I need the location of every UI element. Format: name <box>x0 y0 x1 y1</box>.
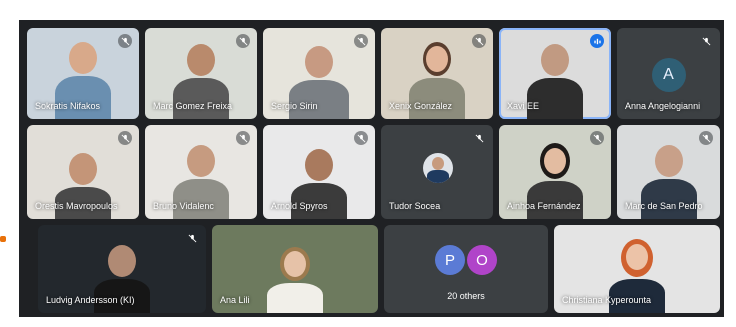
participant-name: Bruno Vidalenc <box>153 201 214 211</box>
muted-mic-icon <box>699 131 713 145</box>
muted-mic-icon <box>185 231 199 245</box>
muted-mic-icon <box>354 34 368 48</box>
participant-name: Orestis Mavropoulos <box>35 201 118 211</box>
participant-name: Ludvig Andersson (KI) <box>46 295 135 305</box>
participant-tile[interactable]: Sokratis Nifakos <box>27 28 139 119</box>
participant-name: Anna Angelogianni <box>625 101 701 111</box>
meeting-grid: Sokratis Nifakos Marc Gomez Freixa Sergi… <box>19 20 724 317</box>
edge-marker <box>0 236 6 242</box>
avatar: A <box>651 58 686 92</box>
participant-name: Arnold Spyros <box>271 201 328 211</box>
muted-mic-icon <box>590 131 604 145</box>
participant-name: Ana Lili <box>220 295 250 305</box>
participant-tile[interactable]: Arnold Spyros <box>263 125 375 219</box>
participant-tile[interactable]: Sergio Sirin <box>263 28 375 119</box>
muted-mic-icon <box>472 34 486 48</box>
muted-mic-icon <box>118 131 132 145</box>
participant-name: Xenix González <box>389 101 453 111</box>
participant-name: Christiana Kyperounta <box>562 295 652 305</box>
participant-tile[interactable]: A Anna Angelogianni <box>617 28 720 119</box>
participant-tile[interactable]: Bruno Vidalenc <box>145 125 257 219</box>
participant-tile[interactable]: Ludvig Andersson (KI) <box>38 225 206 313</box>
others-tile[interactable]: P O 20 others <box>384 225 548 313</box>
muted-mic-icon <box>472 131 486 145</box>
participant-tile[interactable]: Orestis Mavropoulos <box>27 125 139 219</box>
speaking-indicator-icon <box>590 34 604 48</box>
participant-name: Marc de San Pedro <box>625 201 703 211</box>
avatar: P <box>435 245 465 275</box>
participant-tile[interactable]: Marc de San Pedro <box>617 125 720 219</box>
participant-name: Sergio Sirin <box>271 101 318 111</box>
participant-tile[interactable]: Tudor Socea <box>381 125 493 219</box>
muted-mic-icon <box>236 131 250 145</box>
participant-name: Ainhoa Fernández <box>507 201 581 211</box>
participant-name: Marc Gomez Freixa <box>153 101 233 111</box>
muted-mic-icon <box>354 131 368 145</box>
muted-mic-icon <box>236 34 250 48</box>
participant-name: Tudor Socea <box>389 201 441 211</box>
participant-tile[interactable]: Xenix González <box>381 28 493 119</box>
participant-tile[interactable]: Ainhoa Fernández <box>499 125 611 219</box>
participant-tile[interactable]: Marc Gomez Freixa <box>145 28 257 119</box>
muted-mic-icon <box>118 34 132 48</box>
avatar: O <box>467 245 497 275</box>
avatar <box>423 153 453 183</box>
participant-tile-speaking[interactable]: Xavi EE <box>499 28 611 119</box>
participant-tile[interactable]: Christiana Kyperounta <box>554 225 720 313</box>
participant-name: Xavi EE <box>507 101 540 111</box>
participant-tile[interactable]: Ana Lili <box>212 225 378 313</box>
others-count-label: 20 others <box>447 291 485 301</box>
muted-mic-icon <box>699 34 713 48</box>
participant-name: Sokratis Nifakos <box>35 101 101 111</box>
